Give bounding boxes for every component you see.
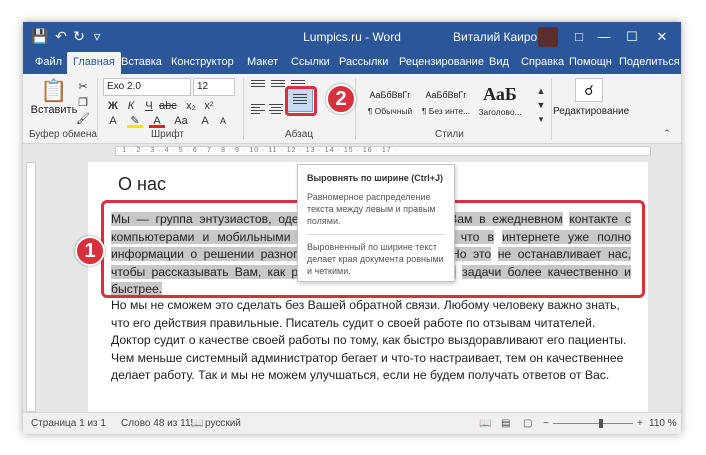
tab-design[interactable]: Конструктор bbox=[165, 52, 240, 74]
tell-me[interactable]: Помощн bbox=[563, 52, 618, 74]
tab-references[interactable]: Ссылки bbox=[285, 52, 336, 74]
style-preview: АаБбВвГг bbox=[369, 90, 411, 100]
close-icon[interactable]: ✕ bbox=[651, 26, 673, 48]
format-painter-icon[interactable]: 🖌 bbox=[75, 112, 91, 126]
divider bbox=[355, 78, 356, 140]
paste-button[interactable]: Вставить bbox=[29, 104, 79, 116]
style-preview: АаБбВвГг bbox=[425, 90, 467, 100]
underline-icon[interactable]: Ч bbox=[141, 99, 157, 113]
maximize-icon[interactable]: ☐ bbox=[621, 26, 643, 48]
bold-icon[interactable]: Ж bbox=[105, 99, 121, 113]
collapse-ribbon-icon[interactable]: ⌃ bbox=[659, 126, 675, 140]
divider bbox=[243, 78, 244, 140]
shrink-font-icon[interactable]: A bbox=[215, 114, 231, 128]
group-label-clipboard: Буфер обмена bbox=[29, 129, 97, 140]
language-indicator[interactable]: русский bbox=[205, 418, 241, 429]
style-name: ¶ Без инте... bbox=[421, 106, 471, 116]
group-label-styles: Стили bbox=[435, 129, 464, 140]
document-heading[interactable]: О нас bbox=[118, 174, 166, 195]
style-preview: АаБ bbox=[483, 84, 517, 104]
divider bbox=[97, 78, 98, 140]
tab-help[interactable]: Справка bbox=[515, 52, 570, 74]
tab-insert[interactable]: Вставка bbox=[115, 52, 168, 74]
tab-review[interactable]: Рецензирование bbox=[393, 52, 490, 74]
zoom-slider-handle[interactable] bbox=[599, 419, 603, 428]
tooltip-detail: Выровненный по ширине текст делает края … bbox=[307, 242, 444, 276]
styles-scroll-down-icon[interactable]: ▼ bbox=[533, 98, 549, 112]
tab-view[interactable]: Вид bbox=[483, 52, 515, 74]
web-layout-icon[interactable]: ▢ bbox=[523, 418, 532, 429]
numbering-icon[interactable] bbox=[271, 80, 285, 92]
zoom-in-icon[interactable]: + bbox=[637, 418, 643, 429]
user-name[interactable]: Виталий Каиров bbox=[453, 30, 544, 44]
tooltip-description: Равномерное распределение текста между л… bbox=[307, 192, 436, 226]
tab-layout[interactable]: Макет bbox=[241, 52, 284, 74]
tab-file[interactable]: Файл bbox=[29, 52, 68, 74]
font-size-select[interactable]: 12 bbox=[193, 78, 235, 96]
style-name: Заголово... bbox=[478, 107, 522, 117]
callout-badge-1: 1 bbox=[75, 236, 105, 266]
word-window: 💾 ↶ ↻ ▿ Lumpics.ru - Word Виталий Каиров… bbox=[23, 22, 681, 434]
styles-scroll-up-icon[interactable]: ▲ bbox=[533, 84, 549, 98]
style-normal[interactable]: АаБбВвГг ¶ Обычный bbox=[365, 82, 415, 122]
tooltip-title: Выровнять по ширине (Ctrl+J) bbox=[307, 173, 444, 183]
text-effects-icon[interactable]: A bbox=[105, 114, 121, 128]
superscript-icon[interactable]: x² bbox=[201, 99, 217, 113]
style-no-spacing[interactable]: АаБбВвГг ¶ Без инте... bbox=[421, 82, 471, 122]
vertical-ruler[interactable] bbox=[26, 162, 36, 412]
minimize-icon[interactable]: — bbox=[593, 26, 615, 48]
subscript-icon[interactable]: x₂ bbox=[183, 99, 199, 113]
ribbon-display-options-icon[interactable]: □ bbox=[568, 26, 590, 48]
tab-mailings[interactable]: Рассылки bbox=[333, 52, 394, 74]
divider bbox=[307, 234, 445, 235]
proofing-icon[interactable]: 📖 bbox=[191, 418, 203, 429]
title-bar: 💾 ↶ ↻ ▿ Lumpics.ru - Word Виталий Каиров… bbox=[23, 22, 681, 52]
justify-tooltip: Выровнять по ширине (Ctrl+J) Равномерное… bbox=[297, 164, 455, 282]
font-color-icon[interactable]: A bbox=[149, 114, 165, 128]
callout-badge-2: 2 bbox=[326, 84, 356, 114]
paragraph[interactable]: Но мы не сможем это сделать без Вашей об… bbox=[111, 297, 631, 385]
zoom-out-icon[interactable]: − bbox=[543, 418, 549, 429]
clipboard-icon[interactable]: 📋 bbox=[31, 78, 77, 104]
avatar[interactable] bbox=[538, 27, 558, 47]
zoom-level[interactable]: 110 % bbox=[649, 418, 677, 429]
read-mode-icon[interactable]: 📖 bbox=[479, 418, 491, 429]
font-name-select[interactable]: Exo 2.0 bbox=[103, 78, 191, 96]
tab-home[interactable]: Главная bbox=[67, 52, 121, 74]
print-layout-icon[interactable]: ▤ bbox=[501, 418, 510, 429]
status-bar: Страница 1 из 1 Слово 48 из 115 📖 русски… bbox=[23, 412, 681, 434]
divider bbox=[551, 78, 552, 140]
bullets-icon[interactable] bbox=[251, 80, 265, 92]
ribbon-tabs: Файл Главная Вставка Конструктор Макет С… bbox=[23, 52, 681, 74]
align-left-icon[interactable] bbox=[251, 104, 265, 116]
word-counter[interactable]: Слово 48 из 115 bbox=[121, 418, 196, 429]
align-center-icon[interactable] bbox=[269, 104, 283, 116]
group-label-font: Шрифт bbox=[151, 129, 184, 140]
style-heading1[interactable]: АаБ Заголово... bbox=[475, 82, 525, 122]
editing-button[interactable]: Редактирование bbox=[553, 106, 629, 117]
change-case-icon[interactable]: Aa bbox=[173, 114, 189, 128]
grow-font-icon[interactable]: A bbox=[197, 114, 213, 128]
italic-icon[interactable]: К bbox=[123, 99, 139, 113]
horizontal-ruler[interactable]: · 1 · 2 · 3 · 4 · 5 · 6 · 7 · 8 · 9 · 10… bbox=[23, 144, 681, 158]
copy-icon[interactable]: ❐ bbox=[75, 96, 91, 110]
zoom-slider[interactable] bbox=[553, 423, 633, 424]
justify-highlight-callout bbox=[285, 86, 317, 116]
styles-more-icon[interactable]: ▾ bbox=[533, 112, 549, 126]
ruler-track: · 1 · 2 · 3 · 4 · 5 · 6 · 7 · 8 · 9 · 10… bbox=[115, 146, 651, 156]
strikethrough-icon[interactable]: abc bbox=[159, 99, 177, 113]
highlight-icon[interactable]: ✎ bbox=[127, 114, 143, 128]
page-counter[interactable]: Страница 1 из 1 bbox=[31, 418, 106, 429]
group-label-paragraph: Абзац bbox=[285, 129, 314, 140]
share-button[interactable]: Поделиться bbox=[613, 52, 681, 74]
cut-icon[interactable]: ✂ bbox=[75, 80, 91, 94]
search-icon[interactable]: ☌ bbox=[575, 78, 603, 102]
style-name: ¶ Обычный bbox=[367, 106, 413, 116]
